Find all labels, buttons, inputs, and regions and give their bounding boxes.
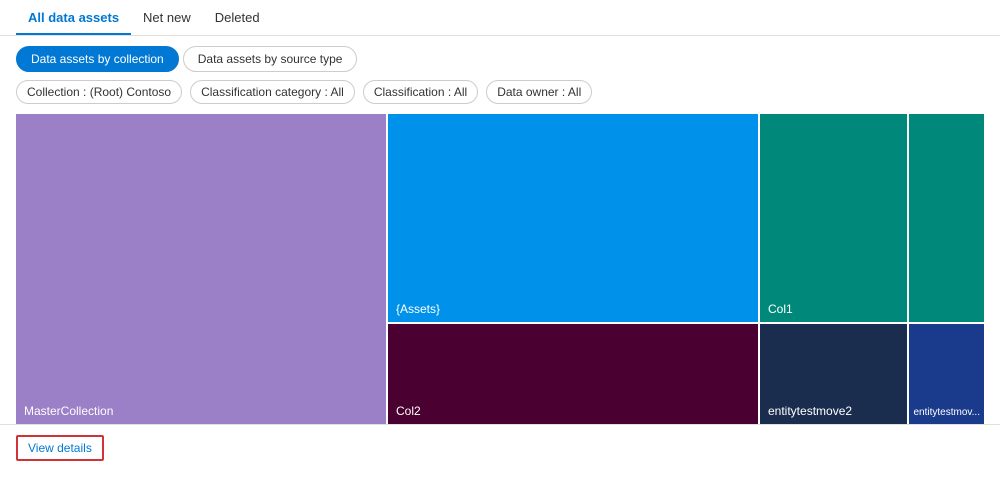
treemap-block-entitytestmov-label: entitytestmov... [909, 401, 984, 424]
treemap-block-col1-label: Col1 [760, 296, 801, 322]
filter-row: Collection : (Root) Contoso Classificati… [0, 80, 1000, 114]
treemap-block-entity3-top[interactable] [909, 114, 984, 322]
treemap-block-col2[interactable]: Col2 [388, 324, 758, 424]
filter-classification-category[interactable]: Classification category : All [190, 80, 355, 104]
filter-data-owner[interactable]: Data owner : All [486, 80, 592, 104]
treemap-block-master-label: MasterCollection [16, 398, 121, 424]
top-tabs: All data assets Net new Deleted [0, 0, 1000, 36]
treemap-right-col: Col1 entitytestmove2 [760, 114, 907, 424]
treemap-block-entitytestmove2[interactable]: entitytestmove2 [760, 324, 907, 424]
filter-collection[interactable]: Collection : (Root) Contoso [16, 80, 182, 104]
toggle-by-collection[interactable]: Data assets by collection [16, 46, 179, 72]
tab-net-new[interactable]: Net new [131, 2, 203, 35]
tab-deleted[interactable]: Deleted [203, 2, 272, 35]
treemap-middle-col: {Assets} Col2 [388, 114, 758, 424]
filter-classification[interactable]: Classification : All [363, 80, 478, 104]
treemap-block-master[interactable]: MasterCollection [16, 114, 386, 424]
treemap-block-col1[interactable]: Col1 [760, 114, 907, 322]
treemap-block-col2-label: Col2 [388, 398, 429, 424]
treemap-block-entitytestmov[interactable]: entitytestmov... [909, 324, 984, 424]
treemap-far-right-col: entitytestmov... [909, 114, 984, 424]
treemap-block-entitytestmove2-label: entitytestmove2 [760, 398, 860, 424]
treemap: MasterCollection {Assets} Col2 Col1 enti… [16, 114, 984, 424]
view-details-button[interactable]: View details [16, 435, 104, 461]
tab-all-data-assets[interactable]: All data assets [16, 2, 131, 35]
treemap-block-assets-label: {Assets} [388, 296, 448, 322]
view-details-row: View details [0, 425, 1000, 471]
toggle-by-source-type[interactable]: Data assets by source type [183, 46, 358, 72]
treemap-block-assets[interactable]: {Assets} [388, 114, 758, 322]
toggle-row: Data assets by collection Data assets by… [0, 36, 1000, 80]
